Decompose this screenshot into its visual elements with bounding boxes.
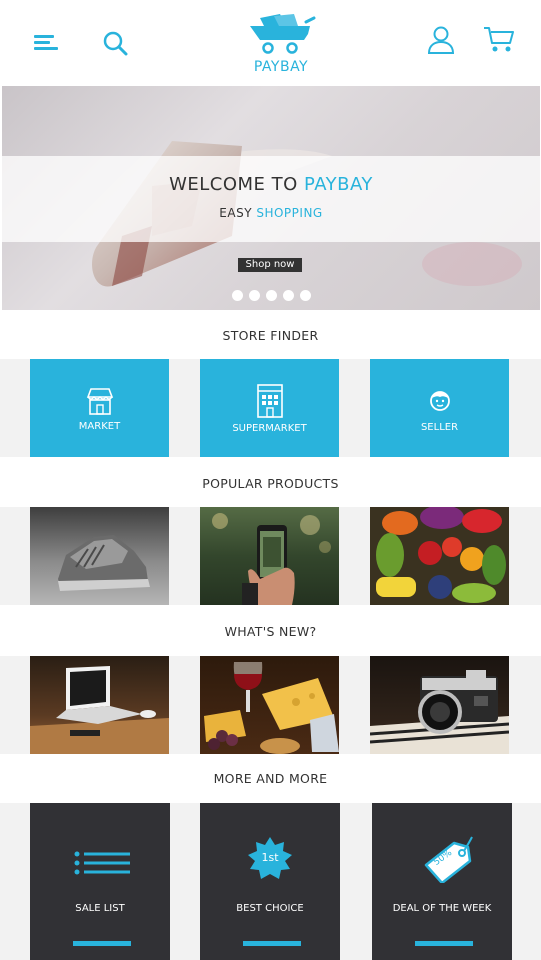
card-best-choice[interactable]: 1st BEST CHOICE — [200, 803, 340, 960]
brand-name: PAYBAY — [253, 59, 309, 75]
new-laptop[interactable] — [30, 656, 169, 754]
carousel-dot[interactable] — [300, 290, 311, 301]
section-title-whats-new: WHAT'S NEW? — [224, 624, 317, 639]
store-tile-supermarket[interactable]: SUPERMARKET — [200, 359, 339, 457]
carousel-dot[interactable] — [283, 290, 294, 301]
store-tile-seller[interactable]: SELLER — [370, 359, 509, 457]
menu-icon[interactable] — [34, 32, 58, 52]
cheese-wine-photo — [204, 662, 339, 754]
product-produce[interactable] — [370, 507, 509, 605]
store-tile-label: SELLER — [420, 422, 459, 433]
section-title-more: MORE AND MORE — [213, 771, 328, 786]
store-tile-label: MARKET — [78, 421, 121, 432]
phone-photo — [212, 513, 331, 605]
hero-subtitle: EASY SHOPPING — [219, 206, 323, 220]
section-title-popular: POPULAR PRODUCTS — [202, 476, 339, 491]
new-cheese-wine[interactable] — [200, 656, 339, 754]
carousel-dot[interactable] — [266, 290, 277, 301]
card-deal-week[interactable]: 50% DEAL OF THE WEEK — [372, 803, 512, 960]
list-icon — [74, 851, 130, 875]
market-icon — [86, 388, 114, 415]
paybay-logo[interactable]: PAYBAY — [246, 12, 316, 76]
user-icon[interactable] — [426, 25, 456, 55]
card-accent-bar — [415, 941, 473, 946]
search-icon[interactable] — [102, 30, 128, 56]
shop-now-button[interactable]: Shop now — [238, 258, 302, 272]
section-title-store-finder: STORE FINDER — [222, 328, 319, 343]
sneaker-photo — [58, 535, 150, 591]
hero-title: WELCOME TO PAYBAY — [169, 174, 373, 195]
product-sneaker[interactable] — [30, 507, 169, 605]
card-label: DEAL OF THE WEEK — [392, 903, 492, 914]
building-icon — [257, 384, 283, 418]
produce-photo — [376, 507, 506, 603]
store-tile-market[interactable]: MARKET — [30, 359, 169, 457]
carousel-dots — [230, 290, 320, 302]
new-camera[interactable] — [370, 656, 509, 754]
card-sale-list[interactable]: SALE LIST — [30, 803, 170, 960]
face-icon — [430, 391, 450, 411]
product-phone[interactable] — [200, 507, 339, 605]
app-header: PAYBAY — [0, 0, 541, 86]
hero-banner[interactable]: WELCOME TO PAYBAY EASY SHOPPING Shop now — [2, 86, 540, 310]
laptop-photo — [30, 666, 169, 754]
badge-text: 1st — [261, 851, 279, 864]
card-label: SALE LIST — [75, 903, 125, 914]
camera-photo — [370, 670, 509, 754]
cart-logo-icon — [250, 14, 316, 54]
cart-icon[interactable] — [483, 25, 515, 53]
carousel-dot[interactable] — [232, 290, 243, 301]
card-label: BEST CHOICE — [236, 903, 304, 914]
carousel-dot[interactable] — [249, 290, 260, 301]
card-accent-bar — [73, 941, 131, 946]
store-tile-label: SUPERMARKET — [232, 423, 307, 434]
hero-text-band — [2, 156, 540, 242]
card-accent-bar — [243, 941, 301, 946]
